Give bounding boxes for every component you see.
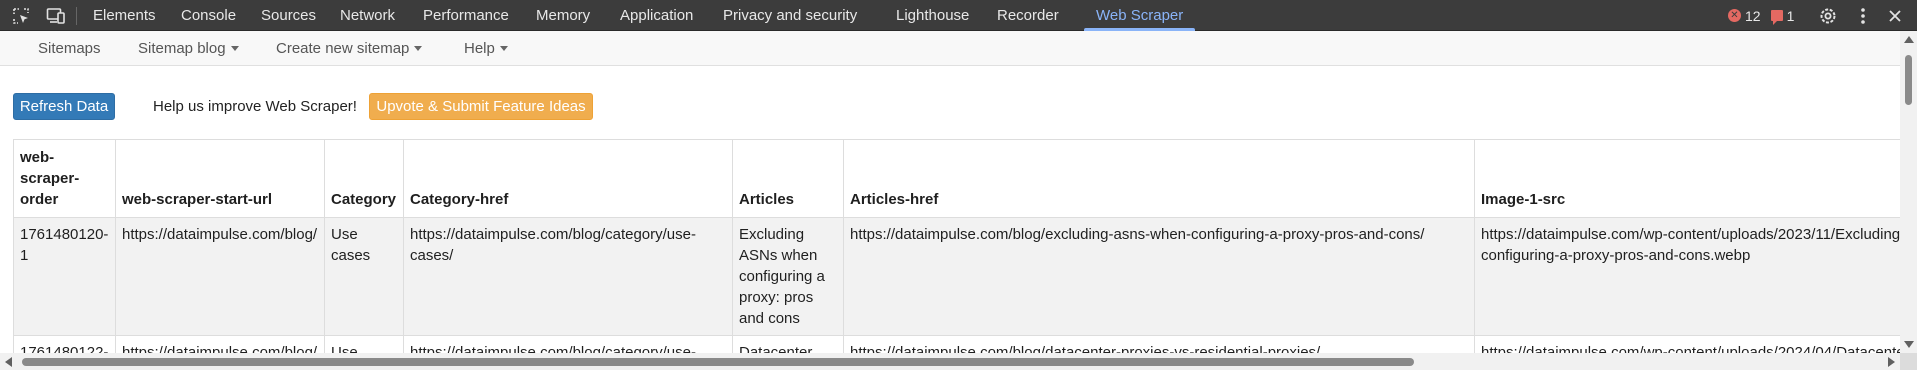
scroll-right-arrow-icon[interactable] — [1888, 357, 1895, 367]
tab-elements[interactable]: Elements — [93, 0, 156, 31]
table-cell: Use cases — [324, 217, 404, 336]
scroll-left-arrow-icon[interactable] — [5, 357, 12, 367]
chevron-down-icon — [499, 45, 508, 51]
tab-lighthouse[interactable]: Lighthouse — [896, 0, 969, 31]
nav-help-dropdown[interactable]: Help — [464, 31, 508, 66]
column-header[interactable]: Image-1-src — [1474, 139, 1900, 218]
nav-sitemap-blog-dropdown[interactable]: Sitemap blog — [138, 31, 239, 66]
table-cell: https://dataimpulse.com/wp-content/uploa… — [1474, 217, 1900, 336]
more-options-icon[interactable] — [1852, 5, 1874, 27]
nav-create-new-sitemap-dropdown[interactable]: Create new sitemap — [276, 31, 423, 66]
error-count: 12 — [1745, 7, 1761, 24]
chevron-down-icon — [414, 45, 423, 51]
vertical-scrollbar-thumb[interactable] — [1905, 55, 1912, 105]
column-header[interactable]: web-scraper-start-url — [115, 139, 325, 218]
scroll-down-arrow-icon[interactable] — [1904, 341, 1914, 348]
tab-recorder[interactable]: Recorder — [997, 0, 1059, 31]
table-row: 1761480122- https://dataimpulse.com/blog… — [13, 335, 1900, 353]
tab-privacy-and-security[interactable]: Privacy and security — [723, 0, 857, 31]
column-header[interactable]: Articles-href — [843, 139, 1475, 218]
web-scraper-nav: Sitemaps Sitemap blog Create new sitemap… — [0, 31, 1900, 66]
tab-web-scraper[interactable]: Web Scraper — [1083, 0, 1196, 31]
table-cell: Datacenter — [732, 335, 844, 353]
nav-create-new-sitemap-label: Create new sitemap — [276, 40, 410, 57]
scroll-up-arrow-icon[interactable] — [1904, 36, 1914, 43]
vertical-scrollbar[interactable] — [1900, 31, 1917, 353]
scrollbar-corner — [1900, 353, 1917, 370]
table-cell: https://dataimpulse.com/blog/category/us… — [403, 335, 733, 353]
table-cell: 1761480122- — [13, 335, 116, 353]
table-cell: 1761480120-1 — [13, 217, 116, 336]
scraped-data-table-container: web-scraper-order web-scraper-start-url … — [13, 139, 1900, 353]
inspect-element-icon[interactable] — [10, 5, 32, 27]
tab-memory[interactable]: Memory — [536, 0, 590, 31]
table-cell: Use — [324, 335, 404, 353]
settings-gear-icon[interactable] — [1817, 5, 1839, 27]
table-header-row: web-scraper-order web-scraper-start-url … — [13, 139, 1900, 218]
table-cell: https://dataimpulse.com/blog/ — [115, 217, 325, 336]
table-row: 1761480120-1 https://dataimpulse.com/blo… — [13, 217, 1900, 336]
tab-console[interactable]: Console — [181, 0, 236, 31]
table-cell: https://dataimpulse.com/wp-content/uploa… — [1474, 335, 1900, 353]
tab-performance[interactable]: Performance — [423, 0, 509, 31]
table-cell: Excluding ASNs when configuring a proxy:… — [732, 217, 844, 336]
table-cell: https://dataimpulse.com/blog/category/us… — [403, 217, 733, 336]
horizontal-scrollbar[interactable] — [0, 353, 1900, 370]
close-devtools-icon[interactable] — [1884, 5, 1906, 27]
upvote-feature-ideas-button[interactable]: Upvote & Submit Feature Ideas — [369, 93, 593, 120]
help-improve-text: Help us improve Web Scraper! — [153, 98, 357, 115]
column-header[interactable]: Category-href — [403, 139, 733, 218]
issues-counter[interactable]: ✕ 12 1 — [1728, 0, 1794, 31]
toolbar-divider — [76, 7, 77, 25]
tab-application[interactable]: Application — [620, 0, 693, 31]
message-icon — [1770, 10, 1783, 25]
message-count: 1 — [1786, 7, 1795, 24]
table-cell: https://dataimpulse.com/blog/excluding-a… — [843, 217, 1475, 336]
table-cell: https://dataimpulse.com/blog/ — [115, 335, 325, 353]
nav-sitemap-blog-label: Sitemap blog — [138, 40, 226, 57]
column-header[interactable]: Articles — [732, 139, 844, 218]
nav-sitemaps-label: Sitemaps — [38, 40, 101, 57]
column-header[interactable]: Category — [324, 139, 404, 218]
scraped-data-table: web-scraper-order web-scraper-start-url … — [13, 139, 1900, 353]
device-toolbar-icon[interactable] — [45, 5, 67, 27]
table-cell: https://dataimpulse.com/blog/datacenter-… — [843, 335, 1475, 353]
error-icon: ✕ — [1728, 9, 1741, 22]
horizontal-scrollbar-thumb[interactable] — [22, 358, 1414, 366]
nav-sitemaps[interactable]: Sitemaps — [38, 31, 101, 66]
devtools-toolbar: Elements Console Sources Network Perform… — [0, 0, 1917, 31]
nav-help-label: Help — [464, 40, 495, 57]
tab-sources[interactable]: Sources — [261, 0, 316, 31]
chevron-down-icon — [230, 45, 239, 51]
tab-network[interactable]: Network — [340, 0, 395, 31]
column-header[interactable]: web-scraper-order — [13, 139, 116, 218]
refresh-data-button[interactable]: Refresh Data — [13, 93, 115, 120]
